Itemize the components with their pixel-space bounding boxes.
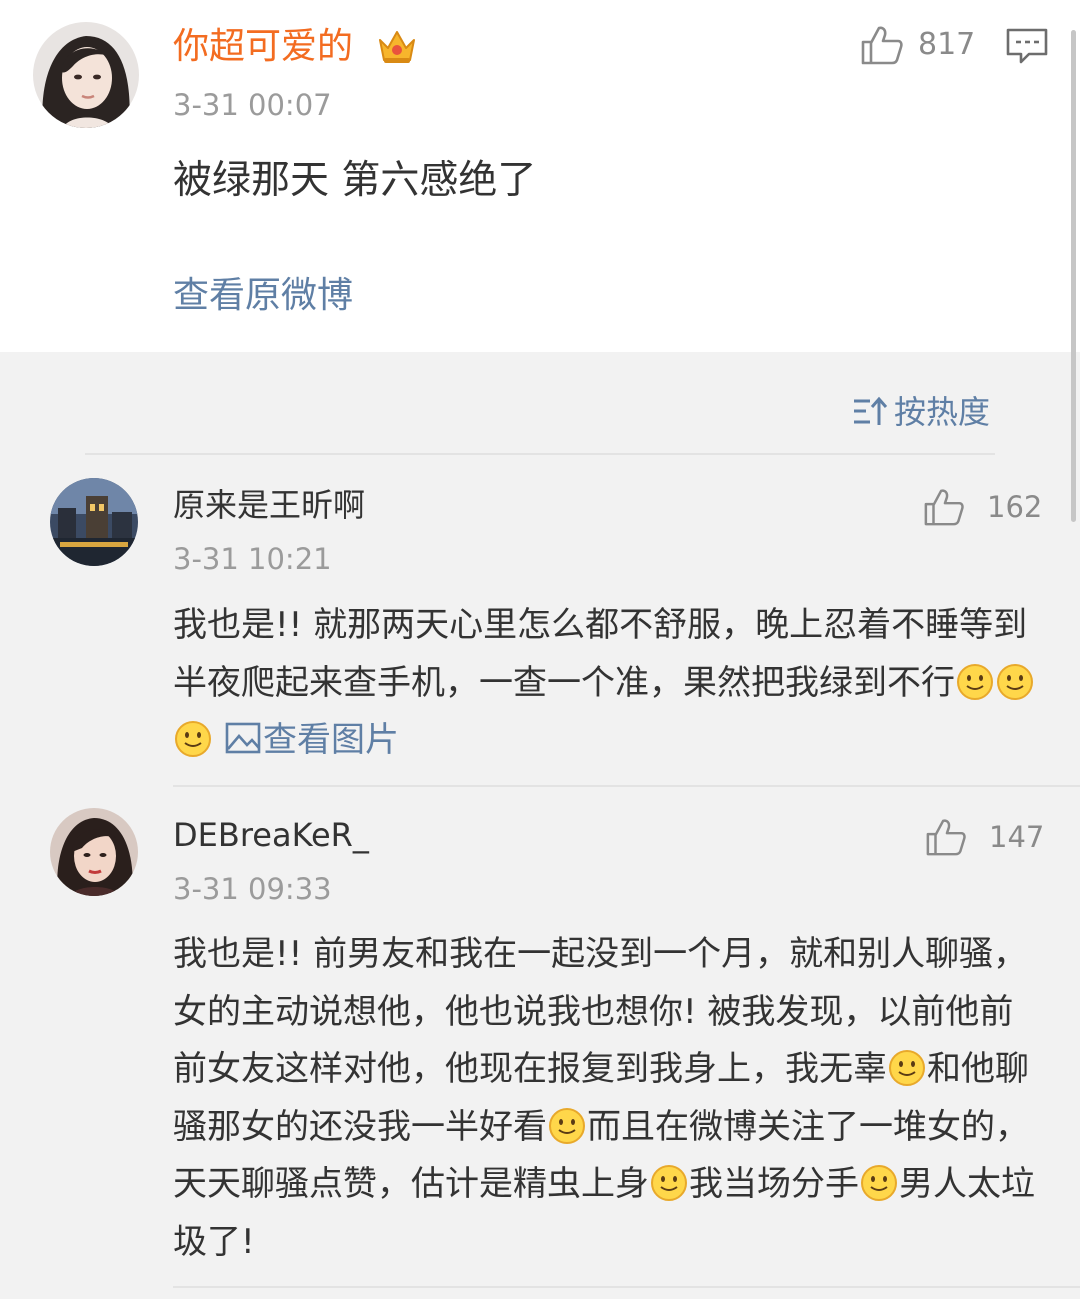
smile-emoji-icon bbox=[650, 1164, 688, 1202]
post-time: 3-31 00:07 bbox=[173, 88, 332, 122]
commenter-name[interactable]: 原来是王昕啊 bbox=[173, 484, 365, 526]
divider bbox=[173, 785, 1080, 787]
comment-text-segment: 我也是!! 就那两天心里怎么都不舒服，晚上忍着不睡等到半夜爬起来查手机，一查一个… bbox=[173, 605, 1028, 703]
comment-bubble-icon[interactable] bbox=[1005, 26, 1049, 66]
smile-emoji-icon bbox=[996, 663, 1034, 701]
smile-emoji-icon bbox=[174, 720, 212, 758]
smile-emoji-icon bbox=[860, 1164, 898, 1202]
smile-emoji-icon bbox=[548, 1107, 586, 1145]
crown-badge-icon bbox=[376, 26, 418, 66]
divider bbox=[85, 453, 995, 455]
thumbs-up-icon[interactable] bbox=[860, 24, 904, 66]
post-like-count: 817 bbox=[918, 27, 976, 62]
thumbs-up-icon[interactable] bbox=[925, 816, 967, 858]
commenter-name[interactable]: DEBreaKeR_ bbox=[173, 814, 369, 856]
smile-emoji-icon bbox=[888, 1049, 926, 1087]
commenter-avatar[interactable] bbox=[50, 478, 138, 566]
comment-like-count: 147 bbox=[989, 820, 1045, 854]
view-image-link[interactable]: 查看图片 bbox=[225, 720, 399, 760]
view-original-link[interactable]: 查看原微博 bbox=[173, 272, 353, 320]
comment-time: 3-31 09:33 bbox=[173, 872, 332, 906]
smile-emoji-icon bbox=[956, 663, 994, 701]
comment-text: 我也是!! 就那两天心里怎么都不舒服，晚上忍着不睡等到半夜爬起来查手机，一查一个… bbox=[173, 597, 1043, 770]
post-text: 被绿那天 第六感绝了 bbox=[173, 158, 537, 203]
sort-icon bbox=[852, 395, 888, 429]
scrollbar[interactable] bbox=[1071, 30, 1076, 522]
comment-like-count: 162 bbox=[987, 490, 1043, 524]
sort-label: 按热度 bbox=[894, 393, 991, 431]
comment-time: 3-31 10:21 bbox=[173, 542, 332, 576]
thumbs-up-icon[interactable] bbox=[923, 486, 965, 528]
commenter-avatar[interactable] bbox=[50, 808, 138, 896]
author-avatar[interactable] bbox=[33, 22, 139, 128]
view-image-label: 查看图片 bbox=[263, 720, 399, 760]
comment-text-segment: 我当场分手 bbox=[689, 1164, 859, 1204]
main-post: 你超可爱的 3-31 00:07 被绿那天 第六感绝了 查看原微博 817 bbox=[0, 0, 1080, 352]
author-name[interactable]: 你超可爱的 bbox=[173, 24, 353, 70]
comment-text: 我也是!! 前男友和我在一起没到一个月，就和别人聊骚，女的主动说想他，他也说我也… bbox=[173, 926, 1043, 1271]
sort-toggle[interactable]: 按热度 bbox=[852, 392, 990, 432]
divider bbox=[173, 1286, 1080, 1288]
image-icon bbox=[225, 721, 261, 755]
